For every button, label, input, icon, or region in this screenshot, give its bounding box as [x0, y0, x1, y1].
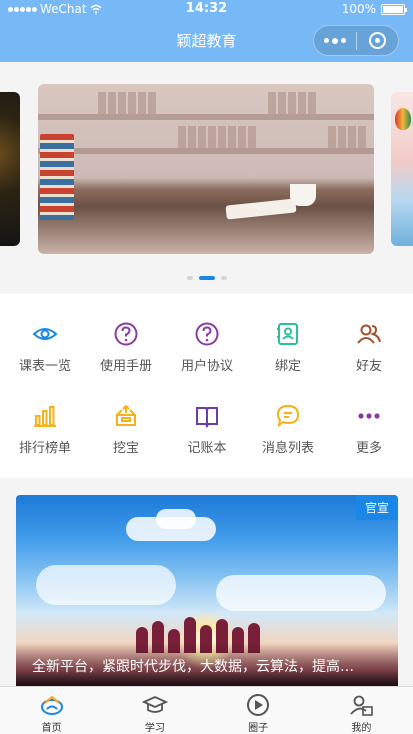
grid-item-label: 挖宝 — [112, 441, 139, 456]
status-bar: WeChat 14:32 100% — [0, 0, 413, 20]
friends-icon — [357, 324, 381, 344]
news-caption: 全新平台，紧跟时代步伐，大数据，云算法，提高… — [16, 642, 398, 686]
news-card[interactable]: 官宣 全新平台，紧跟时代步伐，大数据，云算法，提高… — [16, 495, 398, 686]
grid-item-friends[interactable]: 好友 — [328, 321, 410, 383]
battery-icon — [381, 3, 407, 15]
grid-item-label: 排行榜单 — [18, 441, 71, 456]
home-logo-icon — [40, 695, 63, 715]
function-grid: 课表一览 使用手册 用户协议 绑定 好友 排行榜单 挖宝 记账本 消息列表 更多 — [0, 294, 413, 478]
tab-label: 学习 — [144, 723, 165, 734]
indicator-dot[interactable] — [220, 276, 227, 280]
tab-mine[interactable]: 我的 — [310, 687, 413, 734]
miniprogram-capsule — [313, 25, 399, 56]
target-icon — [368, 32, 386, 49]
user-profile-icon — [350, 695, 374, 716]
carousel-slide-prev[interactable] — [0, 92, 20, 246]
top-bar: WeChat 14:32 100% 颖超教育 — [0, 0, 413, 62]
battery-indicator: 100% — [341, 2, 407, 16]
grid-item-label: 绑定 — [274, 359, 301, 374]
bar-chart-icon — [34, 406, 56, 427]
grid-item-messages[interactable]: 消息列表 — [247, 403, 329, 465]
grid-item-label: 课表一览 — [18, 359, 71, 374]
grid-item-agreement[interactable]: 用户协议 — [166, 321, 248, 383]
grid-item-manual[interactable]: 使用手册 — [85, 321, 167, 383]
question-circle-icon — [195, 322, 219, 346]
question-circle-icon — [114, 322, 138, 346]
tab-label: 我的 — [351, 723, 372, 734]
official-badge: 官宣 — [356, 495, 398, 520]
carousel-slide-next[interactable] — [391, 92, 413, 246]
play-circle-icon — [247, 694, 270, 716]
indicator-dot[interactable] — [186, 276, 193, 280]
book-open-icon — [196, 407, 218, 429]
more-dots-icon — [358, 413, 380, 419]
battery-percent: 100% — [341, 2, 376, 16]
grid-item-more[interactable]: 更多 — [328, 403, 410, 465]
treasure-box-icon — [116, 404, 136, 426]
eye-icon — [32, 328, 58, 340]
grid-item-schedule[interactable]: 课表一览 — [4, 321, 86, 383]
grid-item-ledger[interactable]: 记账本 — [166, 403, 248, 465]
chat-bubble-icon — [276, 404, 300, 428]
graduation-cap-icon — [141, 696, 168, 713]
indicator-dot-active[interactable] — [198, 276, 215, 280]
carousel-slide-active[interactable] — [38, 84, 374, 254]
contact-book-icon — [277, 323, 298, 345]
banner-carousel[interactable] — [0, 62, 413, 294]
bottom-tab-bar: 首页 学习 圈子 我的 — [0, 686, 413, 734]
tab-study[interactable]: 学习 — [103, 687, 206, 734]
grid-item-label: 使用手册 — [99, 359, 152, 374]
grid-item-label: 消息列表 — [261, 441, 314, 456]
close-miniprogram-button[interactable] — [357, 32, 398, 49]
tab-label: 圈子 — [248, 723, 269, 734]
grid-item-bind[interactable]: 绑定 — [247, 321, 329, 383]
grid-item-treasure[interactable]: 挖宝 — [85, 403, 167, 465]
grid-item-label: 好友 — [355, 359, 382, 374]
balloon-icon — [395, 108, 411, 130]
grid-item-label: 记账本 — [187, 441, 227, 456]
tab-label: 首页 — [41, 723, 62, 734]
grid-item-ranking[interactable]: 排行榜单 — [4, 403, 86, 465]
grid-item-label: 更多 — [355, 441, 382, 456]
carousel-indicators — [0, 276, 413, 280]
grid-item-label: 用户协议 — [180, 359, 233, 374]
tab-home[interactable]: 首页 — [0, 687, 103, 734]
tab-circle[interactable]: 圈子 — [207, 687, 310, 734]
news-section: 官宣 全新平台，紧跟时代步伐，大数据，云算法，提高… — [0, 478, 413, 686]
more-menu-button[interactable] — [314, 37, 356, 44]
